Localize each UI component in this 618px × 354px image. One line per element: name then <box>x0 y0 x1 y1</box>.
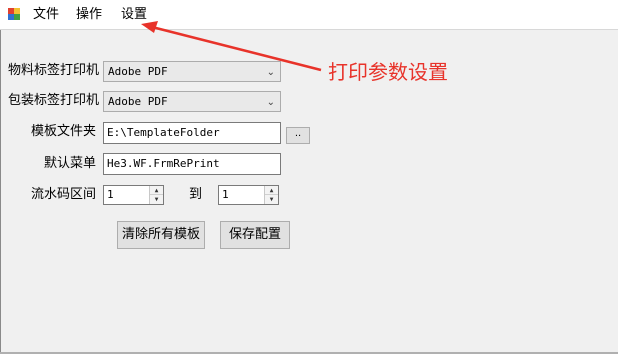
annotation-label: 打印参数设置 <box>328 60 448 84</box>
main-window: 文件 操作 设置 物料标签打印机 Adobe PDF ⌄ 包装标签打印机 Ado… <box>0 0 618 354</box>
annotation-arrow-icon <box>141 21 322 72</box>
